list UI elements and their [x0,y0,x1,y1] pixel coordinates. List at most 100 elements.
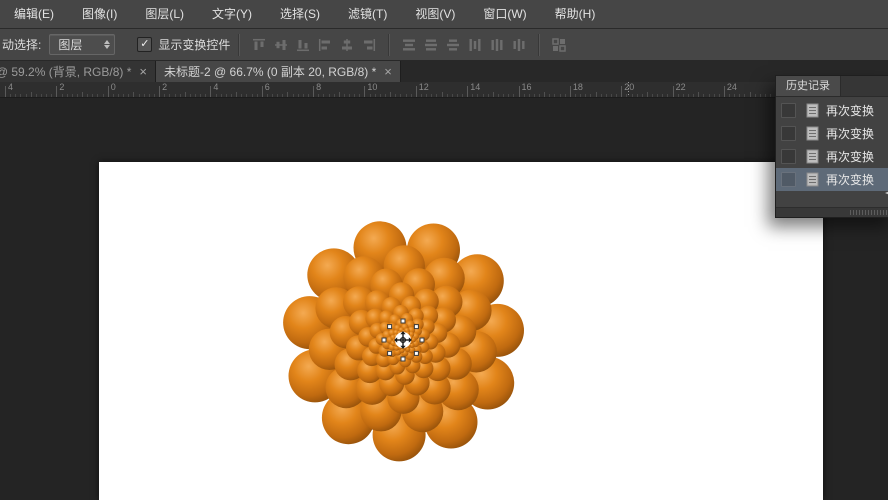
menu-item-0[interactable]: 编辑(E) [0,1,68,28]
ruler-tick [750,92,751,97]
ruler-tick [637,94,638,97]
ruler-tick [10,94,11,97]
ruler-tick [442,92,443,97]
document-canvas[interactable] [99,162,823,500]
ruler-tick [36,94,37,97]
align-bottom-icon[interactable] [292,35,314,55]
ruler-tick [118,94,119,97]
ruler-tick [26,94,27,97]
horizontal-ruler[interactable]: 4202468101214161820222426 [0,82,888,98]
ruler-tick [447,94,448,97]
ruler-tick [544,92,545,97]
ruler-tick [693,94,694,97]
align-vcenter-icon[interactable] [270,35,292,55]
ruler-tick [549,94,550,97]
menu-item-4[interactable]: 选择(S) [266,1,334,28]
ruler-tick [190,94,191,97]
document-tab-0[interactable]: @ 59.2% (背景, RGB/8) *× [0,61,156,82]
history-state-icon [806,103,819,118]
ruler-tick [344,94,345,97]
history-brush-well[interactable] [781,126,796,141]
history-panel-tab[interactable]: 历史记录 [776,76,841,96]
ruler-tick [97,94,98,97]
dist-bottom-icon[interactable] [442,35,464,55]
ruler-tick [241,94,242,97]
ruler-tick [164,94,165,97]
show-transform-checkbox[interactable]: ✓ [137,37,152,52]
ruler-tick [709,94,710,97]
ruler-tick [375,94,376,97]
ruler-tick [436,94,437,97]
dist-top-icon[interactable] [398,35,420,55]
ruler-tick [323,94,324,97]
history-state-icon [806,149,819,164]
ruler-tick [483,94,484,97]
ruler-label: 14 [470,82,480,92]
ruler-tick [246,94,247,97]
ruler-label: 4 [8,82,13,92]
panel-options-partial-icon[interactable] [884,185,888,206]
ruler-tick [411,94,412,97]
menu-item-8[interactable]: 帮助(H) [541,1,610,28]
history-brush-well[interactable] [781,149,796,164]
align-hcenter-icon[interactable] [336,35,358,55]
document-tab-bar: @ 59.2% (背景, RGB/8) *×未标题-2 @ 66.7% (0 副… [0,61,888,82]
menu-item-2[interactable]: 图层(L) [131,1,198,28]
ruler-tick [159,86,160,97]
dist-left-icon[interactable] [464,35,486,55]
history-entry-1[interactable]: 再次变换 [776,122,888,145]
dist-right-icon[interactable] [508,35,530,55]
ruler-tick [621,86,622,97]
ruler-tick [632,94,633,97]
history-entries-list: 再次变换再次变换再次变换再次变换 [776,97,888,191]
history-brush-well[interactable] [781,103,796,118]
ruler-tick [354,94,355,97]
ruler-tick [611,94,612,97]
dist-vcenter-icon[interactable] [420,35,442,55]
ruler-tick [252,94,253,97]
auto-align-layers-icon[interactable] [548,35,570,55]
history-state-icon [806,126,819,141]
history-entry-label: 再次变换 [826,125,874,142]
ruler-tick [267,94,268,97]
menu-item-5[interactable]: 滤镜(T) [334,1,401,28]
menu-bar: 编辑(E)图像(I)图层(L)文字(Y)选择(S)滤镜(T)视图(V)窗口(W)… [0,0,888,29]
menu-item-7[interactable]: 窗口(W) [469,1,540,28]
ruler-tick [349,94,350,97]
menu-item-1[interactable]: 图像(I) [68,1,131,28]
panel-resize-grip[interactable] [850,210,888,215]
ruler-tick [765,94,766,97]
ruler-tick [488,94,489,97]
ruler-tick [472,94,473,97]
ruler-tick [149,94,150,97]
ruler-tick [570,86,571,97]
ruler-label: 12 [419,82,429,92]
auto-select-mode-dropdown[interactable]: 图层 [49,34,115,55]
auto-align-group [548,35,570,55]
ruler-tick [87,94,88,97]
ruler-tick [308,94,309,97]
menu-item-3[interactable]: 文字(Y) [198,1,266,28]
ruler-tick [467,86,468,97]
ruler-tick [513,94,514,97]
ruler-tick [380,94,381,97]
ruler-tick [144,94,145,97]
tab-close-icon[interactable]: × [139,65,147,78]
align-right-icon[interactable] [358,35,380,55]
ruler-tick [596,92,597,97]
document-tab-1[interactable]: 未标题-2 @ 66.7% (0 副本 20, RGB/8) *× [156,61,401,82]
ruler-tick [724,86,725,97]
ruler-tick [539,94,540,97]
ruler-tick [673,86,674,97]
ruler-label: 18 [573,82,583,92]
ruler-tick [395,94,396,97]
history-entry-3[interactable]: 再次变换 [776,168,888,191]
tab-close-icon[interactable]: × [384,65,392,78]
history-brush-well[interactable] [781,172,796,187]
align-left-icon[interactable] [314,35,336,55]
menu-item-6[interactable]: 视图(V) [401,1,469,28]
align-top-icon[interactable] [248,35,270,55]
history-entry-2[interactable]: 再次变换 [776,145,888,168]
dist-hcenter-icon[interactable] [486,35,508,55]
history-entry-0[interactable]: 再次变换 [776,99,888,122]
